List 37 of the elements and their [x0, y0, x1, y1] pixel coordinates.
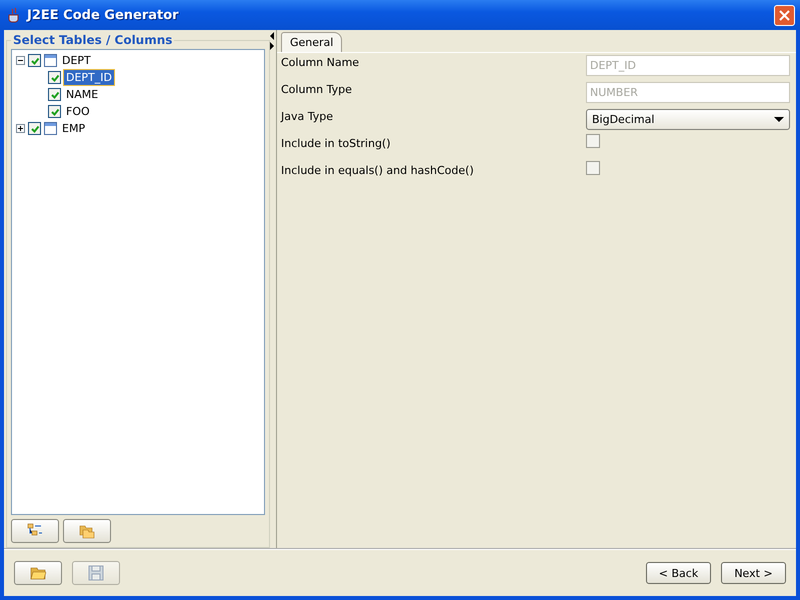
- checkbox[interactable]: [586, 161, 600, 175]
- table-icon: [44, 54, 57, 67]
- tree-item[interactable]: DEPT: [60, 53, 93, 68]
- collapse-arrows-icon[interactable]: [270, 32, 275, 50]
- dropdown-arrow-icon: [774, 117, 784, 122]
- checkbox[interactable]: [28, 54, 41, 67]
- collapse-icon[interactable]: [16, 56, 25, 65]
- checkbox[interactable]: [48, 71, 61, 84]
- tab[interactable]: General: [281, 32, 342, 52]
- tree-item[interactable]: EMP: [60, 121, 88, 136]
- window-title: J2EE Code Generator: [27, 8, 180, 22]
- checkbox[interactable]: [48, 105, 61, 118]
- coffee-cup-icon: [7, 7, 21, 23]
- field-label: Column Name: [281, 55, 360, 69]
- checkbox[interactable]: [28, 122, 41, 135]
- field-label: Column Type: [281, 82, 353, 96]
- dropdown[interactable]: BigDecimal: [586, 109, 790, 130]
- nav-button[interactable]: < Back: [646, 562, 711, 584]
- checkbox[interactable]: [48, 88, 61, 101]
- field-label: Java Type: [281, 109, 334, 123]
- nav-button[interactable]: Next >: [721, 562, 786, 584]
- expand-icon[interactable]: [16, 124, 25, 133]
- field-label: Include in toString(): [281, 136, 392, 150]
- tree-item[interactable]: NAME: [64, 87, 100, 102]
- folder-icon: [30, 565, 46, 581]
- table-icon: [44, 122, 57, 135]
- tree-item[interactable]: DEPT_ID: [64, 70, 114, 85]
- folders-icon: [79, 523, 95, 539]
- icon-button[interactable]: [14, 561, 62, 585]
- close-icon: [779, 10, 790, 20]
- close-button[interactable]: [774, 4, 795, 26]
- icon-button[interactable]: [11, 519, 59, 543]
- group-title: Select Tables / Columns: [11, 33, 174, 47]
- icon-button[interactable]: [63, 519, 111, 543]
- tree-item[interactable]: FOO: [64, 104, 92, 119]
- checkbox[interactable]: [586, 134, 600, 148]
- field-label: Include in equals() and hashCode(): [281, 163, 475, 177]
